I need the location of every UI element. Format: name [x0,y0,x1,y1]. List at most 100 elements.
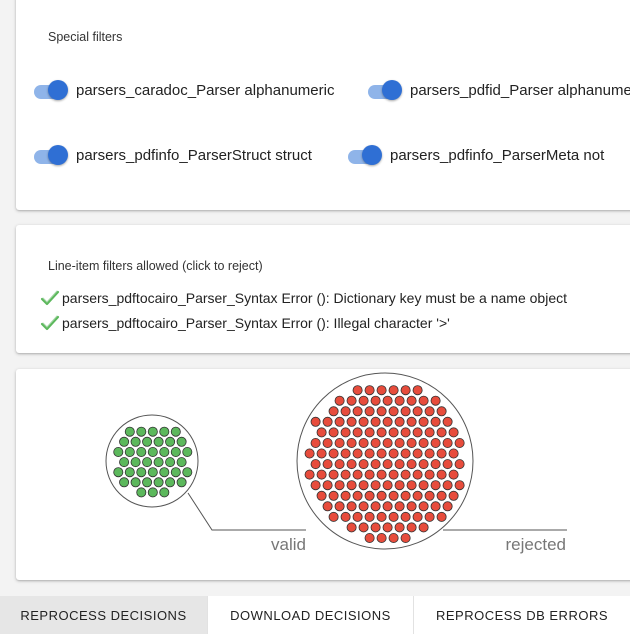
valid-dot [136,426,147,437]
rejected-dot [382,480,393,491]
special-filters-title: Special filters [48,30,123,44]
rejected-dot [388,490,399,501]
rejected-dot [406,480,417,491]
rejected-dot [442,416,453,427]
rejected-dot [346,480,357,491]
rejected-dot [358,480,369,491]
rejected-dot [394,395,405,406]
rejected-dot [388,469,399,480]
rejected-dot [400,427,411,438]
valid-dot [142,436,153,447]
rejected-dot [364,490,375,501]
valid-dot [113,447,124,458]
rejected-dot [340,427,351,438]
rejected-dot [316,469,327,480]
rejected-dot [328,427,339,438]
toggle-switch-icon[interactable] [346,145,382,165]
rejected-dot [436,427,447,438]
valid-dot [165,477,176,488]
rejected-dot [352,490,363,501]
valid-dot [130,436,141,447]
rejected-dot [346,459,357,470]
rejected-dot [334,438,345,449]
rejected-dot [304,469,315,480]
valid-dot [170,426,181,437]
toggle-caradoc-alphanumeric[interactable]: parsers_caradoc_Parser alphanumeric [32,80,334,100]
rejected-dot [388,406,399,417]
rejected-dot [448,490,459,501]
line-item-filter-label: parsers_pdftocairo_Parser_Syntax Error (… [62,290,567,306]
rejected-dot [406,522,417,533]
rejected-dot [334,459,345,470]
reprocess-decisions-button[interactable]: REPROCESS DECISIONS [0,596,208,634]
rejected-dot [436,406,447,417]
rejected-dot [448,448,459,459]
valid-dot [119,477,130,488]
rejected-dot [418,459,429,470]
rejected-dot [352,406,363,417]
line-item-filter-1[interactable]: parsers_pdftocairo_Parser_Syntax Error (… [40,290,567,306]
special-filters-card: Special filters parsers_caradoc_Parser a… [16,0,630,210]
rejected-dot [322,438,333,449]
rejected-dot [316,427,327,438]
rejected-dot [316,490,327,501]
rejected-dot [406,438,417,449]
rejected-label: rejected [506,535,566,554]
toggle-pdfid-alphanumeric[interactable]: parsers_pdfid_Parser alphanumeric [366,80,630,100]
rejected-dot [376,406,387,417]
rejected-dot [412,385,423,396]
rejected-dot [454,438,465,449]
rejected-dot [310,416,321,427]
toggle-pdfinfo-struct[interactable]: parsers_pdfinfo_ParserStruct struct [32,145,312,165]
line-item-filters-title: Line-item filters allowed (click to reje… [48,259,263,273]
rejected-dot [448,469,459,480]
rejected-dot [364,532,375,543]
rejected-dot [310,480,321,491]
rejected-dot [376,469,387,480]
rejected-dot [376,427,387,438]
decision-visualization-card: valid rejected [16,369,630,580]
rejected-dot [382,459,393,470]
rejected-dot [424,469,435,480]
rejected-dot [430,501,441,512]
rejected-dot [454,480,465,491]
rejected-dot [376,490,387,501]
rejected-dot [400,511,411,522]
toggle-switch-icon[interactable] [366,80,402,100]
line-item-filter-2[interactable]: parsers_pdftocairo_Parser_Syntax Error (… [40,315,450,331]
valid-dot [159,487,170,498]
toggle-pdfinfo-meta[interactable]: parsers_pdfinfo_ParserMeta not [346,145,604,165]
rejected-dot [358,395,369,406]
rejected-dot [400,406,411,417]
rejected-dot [436,511,447,522]
rejected-dot [322,480,333,491]
valid-label: valid [271,535,306,554]
rejected-dot [376,532,387,543]
rejected-dot [400,448,411,459]
rejected-dot [346,416,357,427]
rejected-dot [316,448,327,459]
rejected-dot [424,490,435,501]
valid-dot [147,426,158,437]
rejected-dot [310,459,321,470]
valid-dot [119,436,130,447]
toggle-switch-icon[interactable] [32,145,68,165]
valid-dot [176,477,187,488]
valid-dot [130,477,141,488]
valid-dot [182,467,193,478]
action-button-bar: REPROCESS DECISIONS DOWNLOAD DECISIONS R… [0,596,630,634]
rejected-dot [328,406,339,417]
valid-dot [165,457,176,468]
rejected-dot [430,416,441,427]
rejected-dot [322,501,333,512]
rejected-dot [430,459,441,470]
rejected-dot [424,511,435,522]
valid-dot [136,487,147,498]
toggle-switch-icon[interactable] [32,80,68,100]
valid-dot [176,436,187,447]
download-decisions-button[interactable]: DOWNLOAD DECISIONS [208,596,414,634]
reprocess-db-errors-button[interactable]: REPROCESS DB ERRORS [414,596,630,634]
rejected-dot [352,448,363,459]
rejected-dot [394,480,405,491]
rejected-dot [424,406,435,417]
